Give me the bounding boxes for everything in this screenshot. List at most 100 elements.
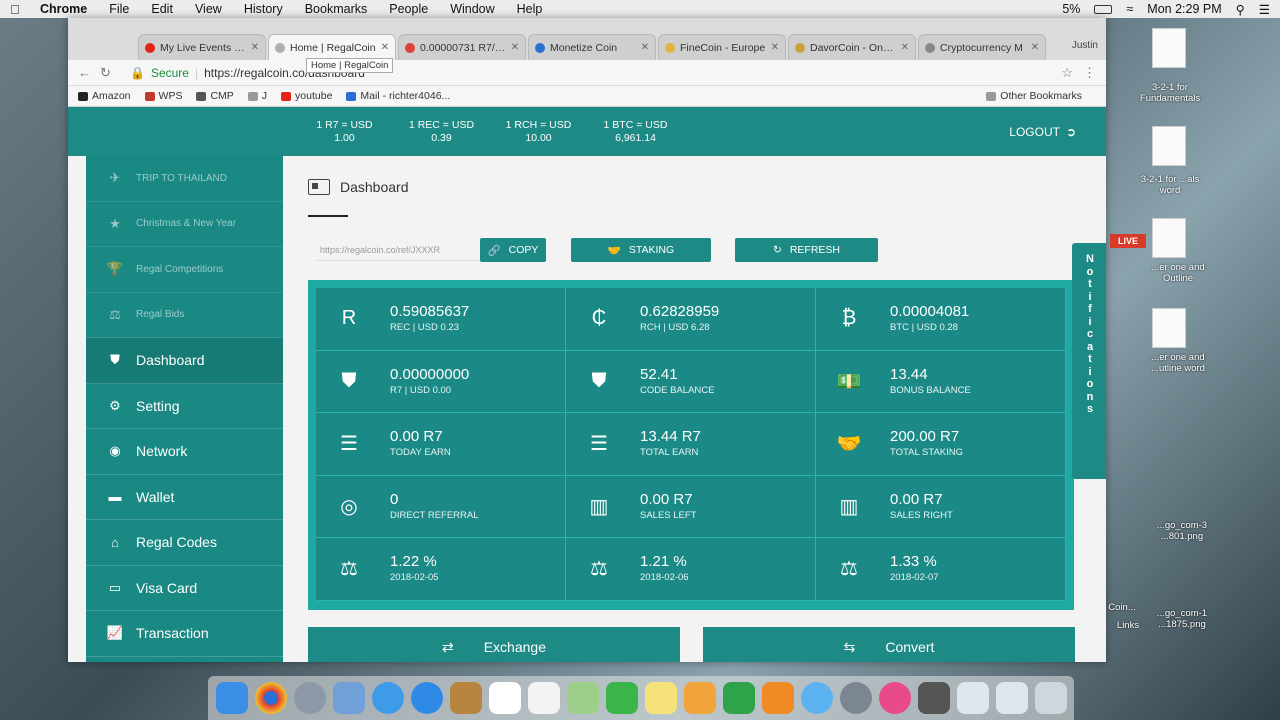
copy-button[interactable]: 🔗 COPY (480, 238, 546, 262)
rate-rec: 1 REC = USD 0.39 (408, 118, 475, 144)
bookmark-youtube[interactable]: youtube (281, 90, 332, 102)
system-preferences-icon[interactable] (840, 682, 872, 714)
handshake-icon: 🤝 (607, 244, 621, 257)
tab-monetize-coin[interactable]: Monetize Coin ✕ (528, 34, 656, 60)
sidebar-item-regal-codes[interactable]: ⌂ Regal Codes (86, 520, 283, 566)
menu-app-name[interactable]: Chrome (40, 2, 87, 16)
clock[interactable]: Mon 2:29 PM (1147, 2, 1221, 16)
bookmark-wps[interactable]: WPS (144, 90, 182, 102)
desktop-file-label[interactable]: ...er one and Outline (1138, 262, 1218, 284)
sidebar-item-visa-card[interactable]: ▭ Visa Card (86, 566, 283, 611)
desktop-file-label[interactable]: ...go_com-1 ...1875.png (1142, 608, 1222, 630)
desktop-file-icon[interactable] (1152, 126, 1186, 166)
tab-davorcoin[interactable]: DavorCoin - One o ✕ (788, 34, 916, 60)
youtube-icon (281, 91, 292, 101)
tab-tooltip: Home | RegalCoin (306, 58, 394, 73)
pages-icon[interactable] (684, 682, 716, 714)
tab-r7-btc[interactable]: 0.00000731 R7/BT ✕ (398, 34, 526, 60)
app-store-icon[interactable] (411, 682, 443, 714)
messages-icon[interactable] (801, 682, 833, 714)
safari-icon[interactable] (372, 682, 404, 714)
folder-icon (196, 91, 207, 101)
maps-icon[interactable] (567, 682, 599, 714)
other-bookmarks[interactable]: Other Bookmarks (986, 90, 1082, 102)
notes-app-icon[interactable] (450, 682, 482, 714)
bookmark-cmp[interactable]: CMP (196, 90, 234, 102)
tab-finecoin[interactable]: FineCoin - Europe ✕ (658, 34, 786, 60)
sidebar-item-setting[interactable]: ⚙ Setting (86, 384, 283, 429)
folder-stack-icon[interactable] (996, 682, 1028, 714)
photo-app-icon[interactable] (333, 682, 365, 714)
menu-people[interactable]: People (389, 2, 428, 16)
exchange-button[interactable]: ⇄ Exchange (308, 627, 680, 662)
chrome-menu-icon[interactable]: ⋮ (1083, 65, 1096, 81)
menu-edit[interactable]: Edit (151, 2, 173, 16)
chrome-icon[interactable] (255, 682, 287, 714)
desktop-file-label[interactable]: ...go_com-3 ...801.png (1142, 520, 1222, 542)
sidebar-item-network[interactable]: ◉ Network (86, 429, 283, 475)
desktop-file-label[interactable]: 3-2-1 for ...als word (1130, 174, 1210, 196)
apple-icon[interactable]:  (10, 2, 24, 17)
tab-regalcoin[interactable]: Home | RegalCoin ✕ (268, 34, 396, 60)
sidebar-item-bids[interactable]: ⚖ Regal Bids (86, 293, 283, 338)
facetime-icon[interactable] (606, 682, 638, 714)
calculator-icon[interactable] (918, 682, 950, 714)
launchpad-icon[interactable] (294, 682, 326, 714)
desktop-file-label[interactable]: 3-2-1 for Fundamentals (1130, 82, 1210, 104)
bookmark-j[interactable]: J (247, 90, 267, 102)
desktop-file-icon[interactable] (1152, 218, 1186, 258)
staking-button[interactable]: 🤝 STAKING (571, 238, 711, 262)
sidebar-item-wallet[interactable]: ▬ Wallet (86, 475, 283, 520)
close-tab-icon[interactable]: ✕ (771, 42, 779, 53)
menu-bookmarks[interactable]: Bookmarks (305, 2, 368, 16)
sidebar-item-transaction[interactable]: 📈 Transaction (86, 611, 283, 657)
sidebar-item-dashboard[interactable]: ⛊ Dashboard (86, 338, 283, 384)
close-tab-icon[interactable]: ✕ (901, 42, 909, 53)
stickies-icon[interactable] (645, 682, 677, 714)
close-tab-icon[interactable]: ✕ (1031, 42, 1039, 53)
close-tab-icon[interactable]: ✕ (641, 42, 649, 53)
trash-icon[interactable] (1035, 682, 1067, 714)
menu-window[interactable]: Window (450, 2, 494, 16)
profile-name[interactable]: Justin (1072, 40, 1098, 51)
desktop-file-icon[interactable] (1152, 308, 1186, 348)
close-tab-icon[interactable]: ✕ (251, 42, 259, 53)
numbers-icon[interactable] (723, 682, 755, 714)
sidebar-item-trip[interactable]: ✈ TRIP TO THAILAND (86, 156, 283, 202)
sidebar-item-competitions[interactable]: 🏆 Regal Competitions (86, 247, 283, 293)
menu-view[interactable]: View (195, 2, 222, 16)
tab-cryptocurrency[interactable]: Cryptocurrency M ✕ (918, 34, 1046, 60)
desktop-file-icon[interactable] (1152, 28, 1186, 68)
menu-history[interactable]: History (244, 2, 283, 16)
finder-icon[interactable] (216, 682, 248, 714)
back-icon[interactable]: ← (78, 65, 100, 80)
convert-button[interactable]: ⇆ Convert (703, 627, 1075, 662)
folder-stack-icon[interactable] (957, 682, 989, 714)
desktop-area: 3-2-1 for Fundamentals 3-2-1 for ...als … (1106, 18, 1280, 680)
notification-center-icon[interactable]: ☰ (1259, 2, 1270, 17)
battery-icon[interactable] (1094, 4, 1113, 14)
reload-icon[interactable]: ↻ (100, 65, 122, 81)
tab-live-events[interactable]: My Live Events - Y ✕ (138, 34, 266, 60)
calendar-icon[interactable] (489, 682, 521, 714)
rates-header: 1 R7 = USD 1.00 1 REC = USD 0.39 1 RCH = U… (68, 107, 1106, 156)
desktop-file-label[interactable]: ...er one and ...utline word (1138, 352, 1218, 374)
bookmark-mail[interactable]: Mail - richter4046... (346, 90, 450, 102)
menu-help[interactable]: Help (517, 2, 543, 16)
referral-link-field[interactable]: https://regalcoin.co/ref/JXXXR (316, 239, 480, 261)
notifications-tab[interactable]: Notifications (1072, 243, 1106, 479)
spotlight-search-icon[interactable]: ⚲ (1236, 2, 1245, 17)
menu-file[interactable]: File (109, 2, 129, 16)
reminders-icon[interactable] (528, 682, 560, 714)
logout-button[interactable]: LOGOUT ➲ (1009, 125, 1076, 139)
sidebar-item-christmas[interactable]: ★ Christmas & New Year (86, 202, 283, 247)
refresh-button[interactable]: ↻ REFRESH (735, 238, 878, 262)
itunes-icon[interactable] (879, 682, 911, 714)
ibooks-icon[interactable] (762, 682, 794, 714)
close-tab-icon[interactable]: ✕ (511, 42, 519, 53)
url-field[interactable]: 🔒 Secure | https://regalcoin.co/dashboar… (130, 63, 1051, 83)
bookmark-amazon[interactable]: Amazon (78, 90, 131, 102)
bookmark-star-icon[interactable]: ☆ (1061, 65, 1073, 81)
close-tab-icon[interactable]: ✕ (381, 42, 389, 53)
wifi-icon[interactable]: ≈ (1126, 2, 1133, 16)
